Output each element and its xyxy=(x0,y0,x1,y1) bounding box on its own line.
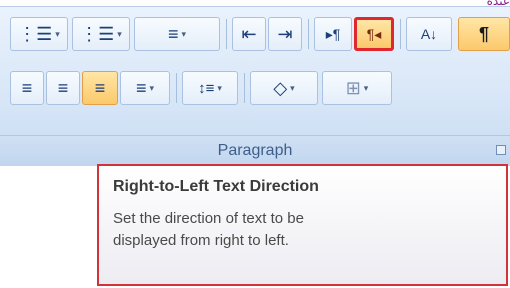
bullets-button[interactable]: ⋮☰ ▾ xyxy=(10,17,68,51)
ltr-direction-icon: ▸¶ xyxy=(325,26,341,42)
center-button[interactable]: ≡ xyxy=(46,71,80,105)
align-right-icon: ≡ xyxy=(94,78,106,98)
chevron-down-icon[interactable]: ▾ xyxy=(364,83,369,94)
align-left-button[interactable]: ≡ xyxy=(10,71,44,105)
chevron-down-icon[interactable]: ▾ xyxy=(217,83,222,94)
rtl-direction-icon: ¶◂ xyxy=(366,26,382,42)
tooltip-title: Right-to-Left Text Direction xyxy=(113,178,319,195)
chevron-down-icon[interactable]: ▾ xyxy=(149,83,154,94)
chevron-down-icon[interactable]: ▾ xyxy=(181,29,186,40)
separator xyxy=(176,73,177,103)
tooltip: Right-to-Left Text Direction Set the dir… xyxy=(97,164,508,286)
align-left-icon: ≡ xyxy=(21,78,33,98)
borders-button[interactable]: ⊞ ▾ xyxy=(322,71,392,105)
shading-button[interactable]: ◇ ▾ xyxy=(250,71,318,105)
ltr-text-direction-button[interactable]: ▸¶ xyxy=(314,17,352,51)
separator xyxy=(400,19,401,49)
sort-button[interactable]: A↓ xyxy=(406,17,452,51)
justify-icon: ≡ xyxy=(135,78,147,98)
group-label: Paragraph xyxy=(0,135,510,166)
decrease-indent-icon: ⇤ xyxy=(241,24,257,44)
multilevel-list-icon: ≡ xyxy=(167,24,179,44)
sort-icon: A↓ xyxy=(420,26,438,42)
multilevel-list-button[interactable]: ≡ ▾ xyxy=(134,17,220,51)
numbering-icon: ⋮☰ xyxy=(80,24,115,44)
shading-bucket-icon: ◇ xyxy=(273,78,288,98)
chevron-down-icon[interactable]: ▾ xyxy=(290,83,295,94)
numbering-button[interactable]: ⋮☰ ▾ xyxy=(72,17,130,51)
paragraph-ribbon-group: ⋮☰ ▾ ⋮☰ ▾ ≡ ▾ ⇤ ⇥ ▸¶ ¶◂ A↓ ¶ ≡ ≡ ≡ ≡ ▾ ↕… xyxy=(0,6,510,166)
align-right-button[interactable]: ≡ xyxy=(82,71,118,105)
dialog-launcher-icon[interactable] xyxy=(496,145,506,155)
separator xyxy=(308,19,309,49)
borders-icon: ⊞ xyxy=(345,78,361,98)
increase-indent-button[interactable]: ⇥ xyxy=(268,17,302,51)
justify-button[interactable]: ≡ ▾ xyxy=(120,71,170,105)
rtl-text-direction-button[interactable]: ¶◂ xyxy=(354,17,394,51)
align-center-icon: ≡ xyxy=(57,78,69,98)
bullets-icon: ⋮☰ xyxy=(18,24,53,44)
separator xyxy=(226,19,227,49)
separator xyxy=(244,73,245,103)
tooltip-description: Set the direction of text to be displaye… xyxy=(113,210,304,249)
show-hide-marks-button[interactable]: ¶ xyxy=(458,17,510,51)
chevron-down-icon[interactable]: ▾ xyxy=(117,29,122,40)
line-spacing-button[interactable]: ↕≡ ▾ xyxy=(182,71,238,105)
pilcrow-icon: ¶ xyxy=(478,24,489,44)
chevron-down-icon[interactable]: ▾ xyxy=(55,29,60,40)
line-spacing-icon: ↕≡ xyxy=(198,79,215,97)
decrease-indent-button[interactable]: ⇤ xyxy=(232,17,266,51)
increase-indent-icon: ⇥ xyxy=(277,24,293,44)
